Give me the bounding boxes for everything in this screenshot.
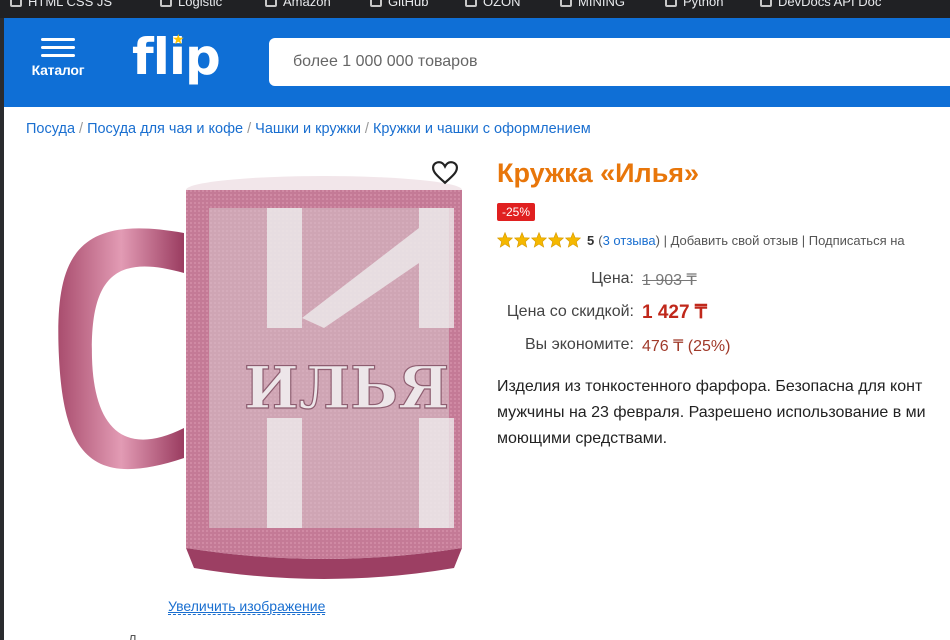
search-box[interactable] [269,38,950,86]
star-icon [565,232,581,248]
heart-icon[interactable] [432,161,458,185]
search-input[interactable] [269,38,950,86]
price-discount-label: Цена со скидкой: [506,303,634,320]
page: Каталог flip ★ Посуда/Посуда для чая и к… [4,18,950,640]
star-icon [548,232,564,248]
bookmark-item[interactable]: OZON [465,0,521,9]
folder-icon [760,0,772,7]
bookmark-item[interactable]: GitHub [370,0,428,9]
breadcrumb-link[interactable]: Посуда [26,121,75,137]
reviews-link[interactable]: 3 отзыва [603,233,656,248]
folder-icon [560,0,572,7]
folder-icon [465,0,477,7]
price-label: Цена: [591,270,634,287]
bookmark-item[interactable]: DevDocs API Doc [760,0,881,9]
bookmark-item[interactable]: Python [665,0,723,9]
folder-icon [10,0,22,7]
folder-icon [370,0,382,7]
menu-icon [41,38,75,57]
product-image[interactable]: ИЛЬЯ [34,158,474,598]
savings-label: Вы экономите: [524,336,634,353]
star-icon [497,232,513,248]
discount-badge: -25% [497,203,536,221]
savings-value: 476 ₸ (25%) [642,338,731,355]
catalog-label: Каталог [31,62,85,78]
product-title: Кружка «Илья» [497,158,700,188]
logo[interactable]: flip ★ [132,28,221,86]
bookmark-item[interactable]: MINING [560,0,625,9]
folder-icon [160,0,172,7]
breadcrumb-link[interactable]: Кружки и чашки с оформлением [373,121,591,137]
product-description: Изделия из тонкостенного фарфора. Безопа… [497,378,926,447]
breadcrumb-link[interactable]: Посуда для чая и кофе [87,121,243,137]
add-review-link[interactable]: Добавить свой отзыв [671,233,799,248]
catalog-button[interactable]: Каталог [28,38,88,78]
folder-icon [265,0,277,7]
price-new: 1 427 ₸ [642,302,707,323]
rating-value: 5 [587,232,595,248]
rating-stars [497,232,581,248]
rating-row: 5 (3 отзыва) | Добавить свой отзыв | Под… [497,232,905,248]
star-icon [514,232,530,248]
price-old: 1 903 ₸ [642,272,697,289]
zoom-image-link[interactable]: Увеличить изображение [168,598,326,615]
mug-text: ИЛЬЯ [244,354,449,422]
breadcrumb-link[interactable]: Чашки и кружки [255,121,361,137]
bookmark-item[interactable]: Amazon [265,0,331,9]
breadcrumb: Посуда / Посуда для чая и кофе / Чашки и кру… [26,121,591,137]
subscribe-link[interactable]: Подписаться на [809,233,905,248]
bookmark-item[interactable]: Logistic [160,0,222,9]
below-image-text: Д [128,632,137,640]
folder-icon [665,0,677,7]
star-icon: ★ [172,32,185,48]
star-icon [531,232,547,248]
bookmark-item[interactable]: HTML CSS JS [10,0,112,9]
bookmarks-bar: HTML CSS JS Logistic Amazon GitHub OZON … [0,0,950,18]
site-header: Каталог flip ★ [4,18,950,107]
